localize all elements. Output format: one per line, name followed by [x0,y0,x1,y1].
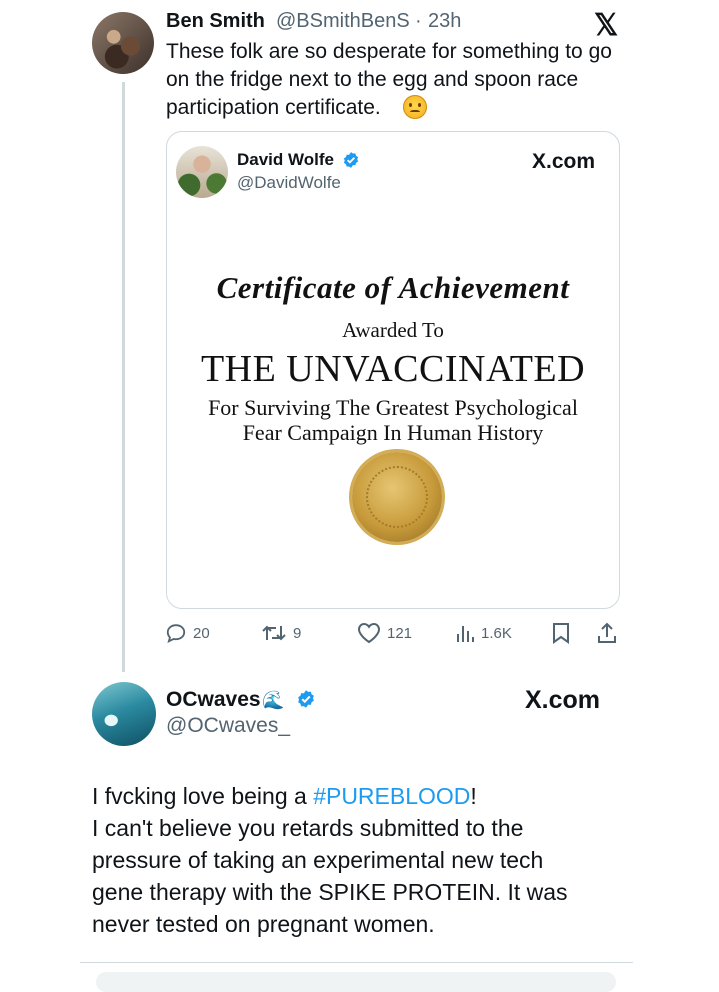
gold-seal-icon [352,452,442,542]
bookmark-icon [553,623,569,644]
tweet-text-line: participation certificate. [166,96,381,119]
retweet-icon [262,625,286,641]
views-button[interactable]: 1.6K [455,622,512,644]
reply-text-line: never tested on pregnant women. [92,911,435,937]
reply-author-name[interactable]: OCwaves [166,688,261,712]
like-button[interactable]: 121 [357,622,412,644]
avatar-david-wolfe[interactable] [176,146,228,198]
source-label: X.com [532,150,596,173]
water-wave-emoji-icon: 🌊 [262,690,285,710]
quoted-author-handle[interactable]: @DavidWolfe [237,173,341,193]
reply-text-line: gene therapy with the SPIKE PROTEIN. It … [92,879,568,905]
thread-connector-line [122,82,125,672]
bookmark-button[interactable] [551,622,571,644]
like-count: 121 [387,624,413,642]
heart-icon [357,622,381,644]
retweet-button[interactable]: 9 [261,622,301,644]
source-label: X.com [525,686,601,714]
reply-input-bar[interactable] [96,972,616,992]
reply-button[interactable]: 20 [165,622,210,644]
tweet-text-line: on the fridge next to the egg and spoon … [166,68,579,91]
view-count: 1.6K [481,624,512,642]
certificate-awarded-to: Awarded To [342,318,444,342]
retweet-count: 9 [293,624,302,642]
reply-count: 20 [193,624,210,642]
reply-icon [166,624,186,643]
avatar-ben-smith[interactable] [92,12,154,74]
quoted-author-name[interactable]: David Wolfe [237,150,334,170]
verified-badge-icon [296,689,316,714]
bar-chart-icon [457,626,474,642]
hashtag-link[interactable]: #PUREBLOOD [313,783,470,809]
divider [80,962,633,963]
certificate-title: Certificate of Achievement [216,270,570,305]
avatar-ocwaves[interactable] [92,682,156,746]
certificate-reason-line: For Surviving The Greatest Psychological [208,395,578,420]
certificate-reason-line: Fear Campaign In Human History [242,420,544,445]
verified-badge-icon [342,151,360,174]
reply-text-line: pressure of taking an experimental new t… [92,847,544,873]
share-icon [598,622,616,643]
share-button[interactable] [596,622,618,644]
author-name[interactable]: Ben Smith [166,10,265,33]
author-handle[interactable]: @BSmithBenS [276,10,410,33]
smirking-face-emoji-icon [403,95,427,119]
certificate-recipient: THE UNVACCINATED [200,348,586,390]
reply-text-line: I can't believe you retards submitted to… [92,815,524,841]
reply-text: ! [470,783,477,809]
reply-text: I fvcking love being a [92,783,314,809]
tweet-timestamp[interactable]: 23h [428,10,461,33]
separator-dot: · [415,10,422,32]
reply-text-line: I fvcking love being a #PUREBLOOD! [92,780,477,812]
reply-author-handle[interactable]: @OCwaves_ [166,714,290,738]
tweet-text-line: These folk are so desperate for somethin… [166,40,612,63]
